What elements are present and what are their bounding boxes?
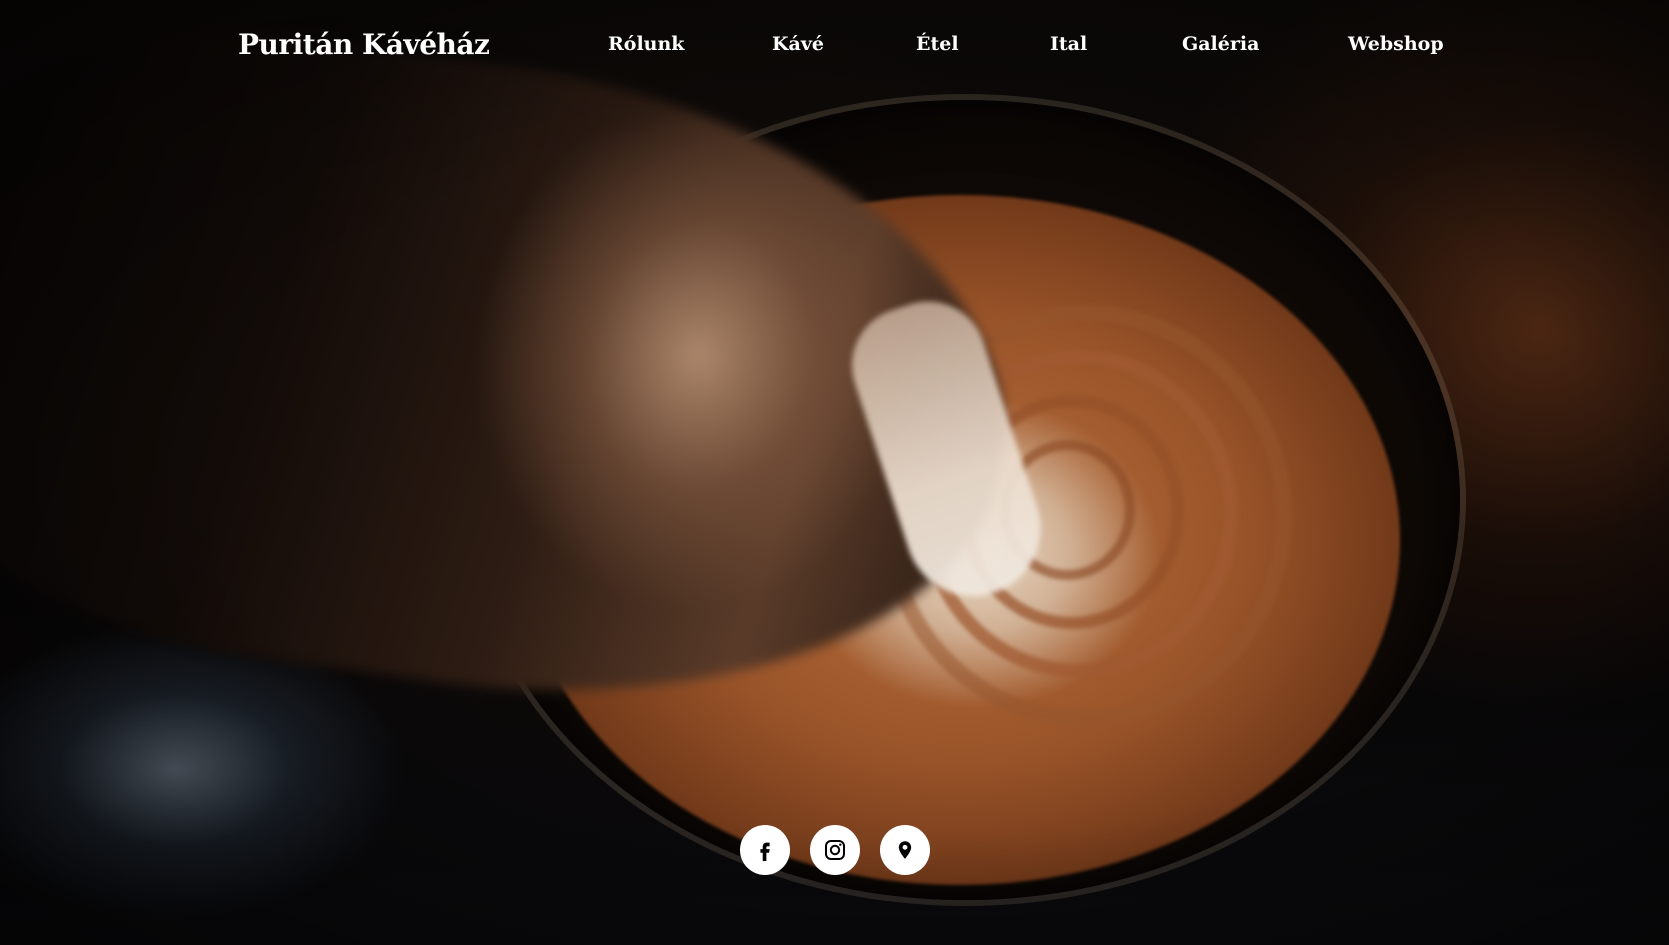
site-header: Puritán Kávéház Rólunk Kávé Étel Ital Ga… xyxy=(0,0,1669,95)
facebook-icon xyxy=(760,842,770,861)
nav-item-galeria[interactable]: Galéria xyxy=(1182,33,1259,55)
nav-item-rolunk[interactable]: Rólunk xyxy=(608,33,684,55)
main-nav: Rólunk Kávé Étel Ital Galéria Webshop xyxy=(0,33,1669,63)
instagram-button[interactable] xyxy=(810,825,860,875)
location-button[interactable] xyxy=(880,825,930,875)
map-pin-icon xyxy=(898,841,912,859)
nav-item-webshop[interactable]: Webshop xyxy=(1348,33,1444,55)
hero-background: Puritán Kávéház Rólunk Kávé Étel Ital Ga… xyxy=(0,0,1669,945)
nav-item-kave[interactable]: Kávé xyxy=(772,33,824,55)
social-links xyxy=(740,825,930,875)
vignette-overlay xyxy=(0,0,1669,945)
facebook-button[interactable] xyxy=(740,825,790,875)
nav-item-etel[interactable]: Étel xyxy=(916,33,959,55)
nav-item-ital[interactable]: Ital xyxy=(1050,33,1087,55)
instagram-icon xyxy=(825,840,845,860)
